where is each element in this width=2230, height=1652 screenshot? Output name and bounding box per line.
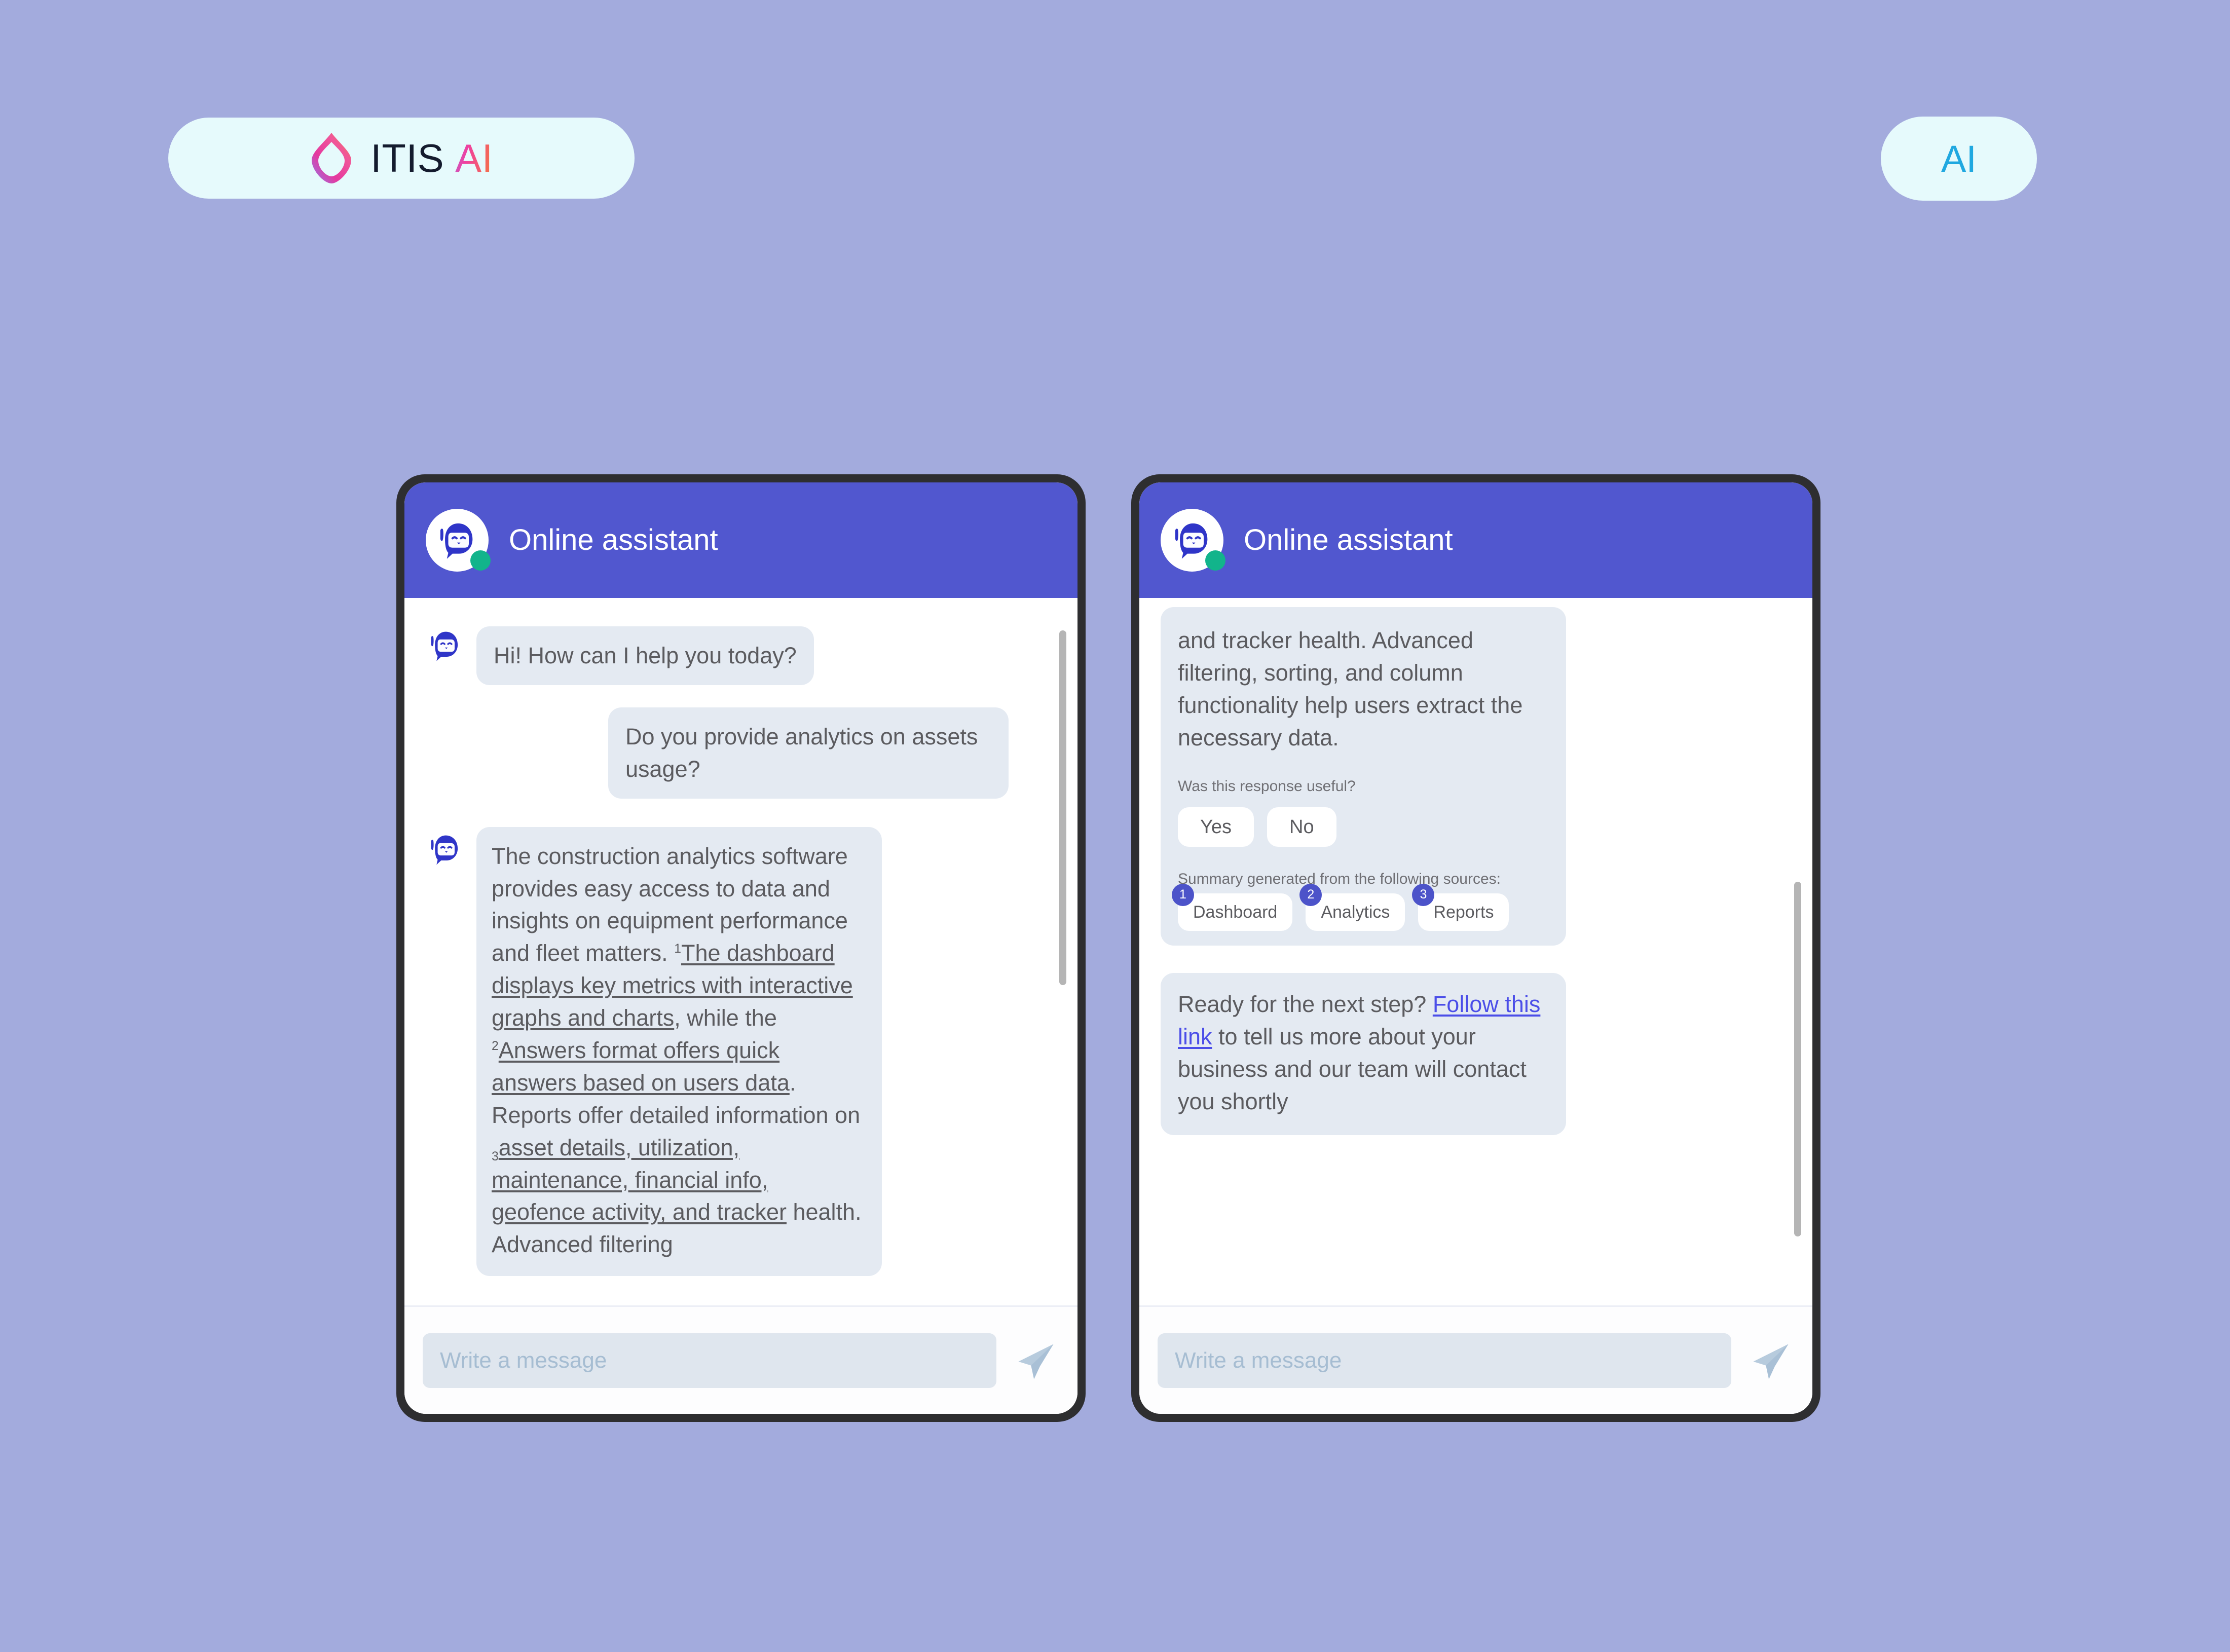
sources-label: Summary generated from the following sou… [1178,870,1501,887]
citation-marker-1[interactable]: 1 [674,942,681,956]
next-step-lead-text: Ready for the next step? [1178,991,1433,1018]
page-canvas: ITIS AI AI Online assistant Hi! How can … [0,0,2230,1652]
message-scrollbar[interactable] [1794,882,1801,1236]
chat-bubble-bot-continued: and tracker health. Advanced filtering, … [1161,607,1566,946]
online-status-dot [1205,550,1225,571]
chat-header-right: Online assistant [1139,482,1812,598]
send-paper-plane-icon[interactable] [1012,1336,1060,1385]
online-status-dot [470,550,491,571]
source-number-badge: 1 [1172,884,1194,907]
message-list-right: and tracker health. Advanced filtering, … [1139,598,1812,1305]
message-scrollbar[interactable] [1059,630,1066,985]
chat-bubble-next-step: Ready for the next step? Follow this lin… [1161,973,1566,1135]
message-input[interactable]: Write a message [423,1333,996,1388]
message-row-bot-greeting: Hi! How can I help you today? [426,623,1048,685]
citation-marker-3[interactable]: 3 [492,1150,499,1163]
cited-span-3[interactable]: asset details, utilization, maintenance,… [492,1135,787,1225]
source-chip-list: 1 Dashboard 2 Analytics 3 Reports [1172,884,1549,931]
source-chip-reports[interactable]: 3 Reports [1412,884,1509,931]
phone-mockup-left: Online assistant Hi! How can I help you … [396,474,1086,1422]
citation-marker-2[interactable]: 2 [492,1039,499,1053]
chat-screen-left: Online assistant Hi! How can I help you … [404,482,1077,1414]
message-composer-right: Write a message [1139,1305,1812,1414]
feedback-question: Was this response useful? [1178,777,1356,795]
bot-avatar-icon [1161,509,1225,572]
chat-screen-right: Online assistant and tracker health. Adv… [1139,482,1812,1414]
chat-title: Online assistant [1244,523,1453,556]
logo-text-ai: AI [444,136,493,180]
ai-badge-pill[interactable]: AI [1881,117,2037,201]
chat-title: Online assistant [509,523,718,556]
chat-bubble-user: Do you provide analytics on assets usage… [608,707,1009,799]
logo-text-itis: ITIS [370,136,444,180]
phone-mockup-right: Online assistant and tracker health. Adv… [1131,474,1820,1422]
send-paper-plane-icon[interactable] [1746,1336,1795,1385]
message-row-user: Do you provide analytics on assets usage… [426,707,1048,799]
bot-avatar-icon [426,830,464,869]
continued-answer-text: and tracker health. Advanced filtering, … [1178,627,1523,750]
ai-badge-label: AI [1941,137,1977,180]
source-chip-label: Dashboard [1178,893,1293,931]
answer-connector-text: , while the [674,1005,777,1031]
source-chip-analytics[interactable]: 2 Analytics [1299,884,1405,931]
cited-span-2[interactable]: Answers format offers quick answers base… [492,1037,790,1096]
feedback-no-button[interactable]: No [1267,807,1336,847]
feedback-button-group: Yes No [1178,807,1549,847]
brand-logo-pill: ITIS AI [168,118,635,199]
itis-diamond-logo-icon [310,132,353,184]
message-composer-left: Write a message [404,1305,1077,1414]
chat-bubble-bot-answer: The construction analytics software prov… [476,827,882,1276]
next-step-tail-text: to tell us more about your business and … [1178,1023,1527,1114]
chat-bubble-bot: Hi! How can I help you today? [476,626,814,685]
feedback-yes-button[interactable]: Yes [1178,807,1254,847]
message-row-bot-answer: The construction analytics software prov… [426,827,1048,1276]
source-chip-dashboard[interactable]: 1 Dashboard [1172,884,1293,931]
bot-avatar-icon [426,626,464,665]
message-input[interactable]: Write a message [1158,1333,1731,1388]
bot-avatar-icon [426,509,491,572]
message-list-left: Hi! How can I help you today? Do you pro… [404,598,1077,1305]
chat-header-left: Online assistant [404,482,1077,598]
